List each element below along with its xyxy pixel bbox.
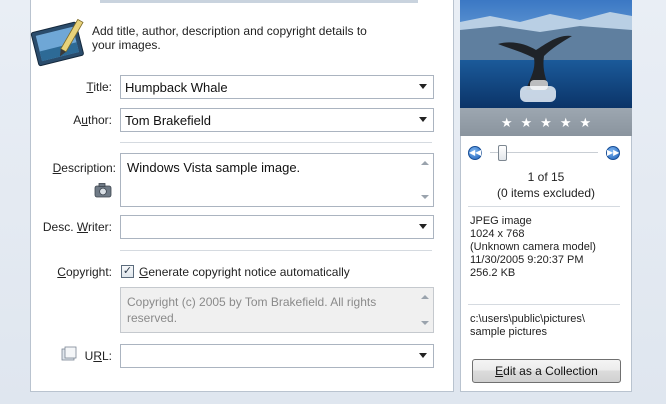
title-value: Humpback Whale <box>125 79 228 95</box>
previous-image-button[interactable]: ◀◀ <box>468 146 482 160</box>
scroll-down-icon[interactable] <box>421 195 429 199</box>
author-combobox[interactable]: Tom Brakefield <box>120 108 434 132</box>
url-combobox[interactable] <box>120 344 434 368</box>
divider <box>120 142 432 143</box>
copyright-label-post: opyright: <box>65 265 112 279</box>
file-size: 256.2 KB <box>470 267 516 279</box>
scroll-down-icon[interactable] <box>421 321 429 325</box>
description-label: Description: <box>40 161 116 175</box>
copyright-value: Copyright (c) 2005 by Tom Brakefield. Al… <box>127 295 377 325</box>
desc-writer-label-post: riter: <box>88 220 112 234</box>
url-label-post: L: <box>101 349 112 363</box>
chevron-down-icon[interactable] <box>419 84 427 89</box>
copyright-scrollbar[interactable] <box>417 288 433 332</box>
camera-icon[interactable] <box>94 182 112 198</box>
edit-as-collection-label: dit as a Collection <box>503 364 598 378</box>
divider <box>468 304 620 305</box>
title-label: Title: <box>40 80 112 94</box>
divider <box>120 250 432 251</box>
next-image-button[interactable]: ▶▶ <box>606 146 620 160</box>
file-type: JPEG image <box>470 215 532 227</box>
photo-preview <box>460 0 632 108</box>
chevron-down-icon[interactable] <box>419 353 427 358</box>
edit-as-collection-button[interactable]: Edit as a Collection <box>472 359 621 383</box>
title-label-post: itle: <box>93 80 112 94</box>
star-icon[interactable]: ★ <box>521 116 533 129</box>
rating-stars[interactable]: ★ ★ ★ ★ ★ <box>460 108 632 136</box>
author-label: Author: <box>40 113 112 127</box>
chevron-down-icon[interactable] <box>419 117 427 122</box>
star-icon[interactable]: ★ <box>540 116 552 129</box>
file-path-line1: c:\users\public\pictures\ <box>470 313 585 325</box>
divider <box>468 206 620 207</box>
copyright-auto-label-mnemonic: G <box>139 265 149 279</box>
copyright-auto-checkbox[interactable]: ✓ <box>121 265 134 278</box>
title-combobox[interactable]: Humpback Whale <box>120 75 434 99</box>
url-label-pre: U <box>84 349 94 363</box>
url-link-icon <box>61 346 77 361</box>
star-icon[interactable]: ★ <box>501 116 513 129</box>
camera-model: (Unknown camera model) <box>470 241 596 253</box>
description-textarea[interactable]: Windows Vista sample image. <box>120 153 434 207</box>
url-label: URL: <box>80 349 112 363</box>
banner-description: Add title, author, description and copyr… <box>92 24 367 52</box>
copyright-textarea[interactable]: Copyright (c) 2005 by Tom Brakefield. Al… <box>120 287 434 333</box>
scroll-up-icon[interactable] <box>421 295 429 299</box>
description-value: Windows Vista sample image. <box>127 160 301 175</box>
star-icon[interactable]: ★ <box>560 116 572 129</box>
description-label-mnemonic: D <box>52 161 62 175</box>
url-label-mnemonic: R <box>93 349 102 363</box>
description-label-post: escription: <box>61 161 116 175</box>
desc-writer-label: Desc. Writer: <box>28 220 112 234</box>
photo-edit-icon <box>30 18 84 67</box>
desc-writer-label-pre: Desc. <box>42 220 77 234</box>
edit-as-collection-mnemonic: E <box>495 364 504 378</box>
image-counter: 1 of 15 <box>527 170 565 184</box>
desc-writer-combobox[interactable] <box>120 215 434 239</box>
image-dimensions: 1024 x 768 <box>470 228 525 240</box>
scroll-up-icon[interactable] <box>421 161 429 165</box>
copyright-auto-label[interactable]: Generate copyright notice automatically <box>139 265 350 279</box>
image-slider-thumb[interactable] <box>498 145 507 161</box>
author-label-mnemonic: u <box>81 113 88 127</box>
chevron-down-icon[interactable] <box>419 224 427 229</box>
copyright-label: Copyright: <box>40 265 112 279</box>
excluded-count: (0 items excluded) <box>496 186 596 200</box>
panel-top-edge <box>100 0 418 3</box>
desc-writer-label-mnemonic: W <box>76 220 88 234</box>
copyright-label-mnemonic: C <box>57 265 66 279</box>
author-value: Tom Brakefield <box>125 112 211 128</box>
file-path-line2: sample pictures <box>470 326 548 338</box>
star-icon[interactable]: ★ <box>579 116 591 129</box>
copyright-auto-label-post: enerate copyright notice automatically <box>148 265 350 279</box>
description-scrollbar[interactable] <box>417 154 433 206</box>
author-label-post: thor: <box>87 113 112 127</box>
date-taken: 11/30/2005 9:20:37 PM <box>470 254 584 266</box>
